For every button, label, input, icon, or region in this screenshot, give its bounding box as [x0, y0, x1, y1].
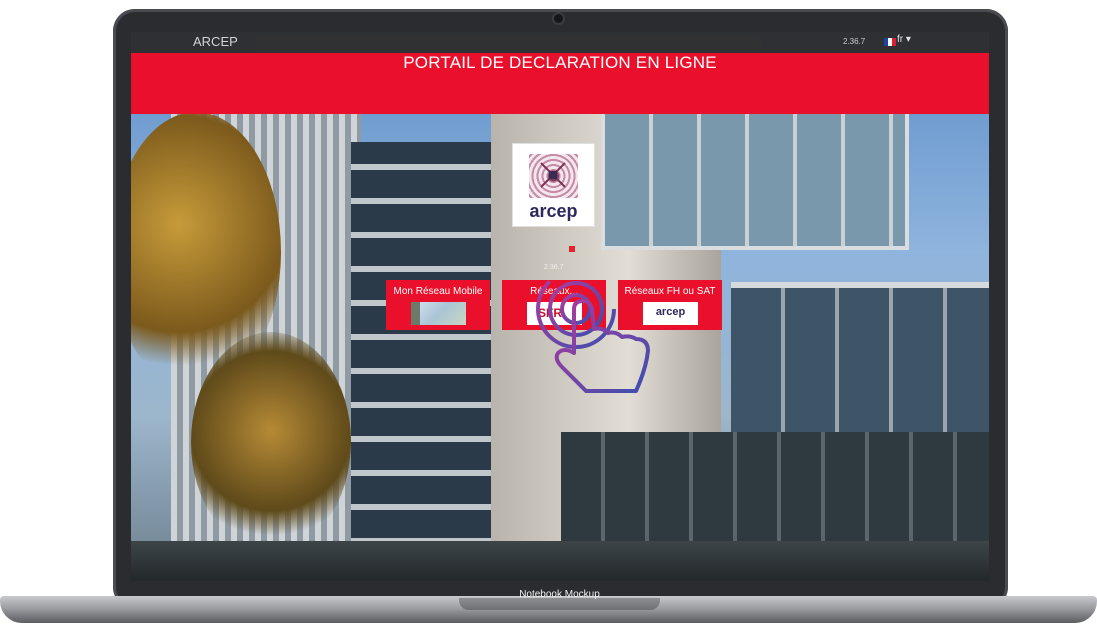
version-label: 2.36.7 — [843, 37, 866, 46]
camera — [554, 14, 563, 23]
building-right-lower — [731, 282, 989, 448]
tile-mon-reseau-mobile[interactable]: Mon Réseau Mobile — [386, 280, 490, 330]
map-thumbnail — [411, 302, 466, 325]
red-marker — [569, 246, 575, 252]
mockup-label: Notebook Mockup — [519, 589, 600, 600]
top-navbar: ARCEP 2.36.7 fr ▾ — [131, 32, 989, 53]
brand-link[interactable]: ARCEP — [193, 34, 238, 49]
browser-screen: ARCEP 2.36.7 fr ▾ PORTAIL DE DECLARATION… — [131, 32, 989, 581]
tree-lower-left — [191, 332, 351, 552]
notebook-mockup: ARCEP 2.36.7 fr ▾ PORTAIL DE DECLARATION… — [0, 0, 1097, 628]
arcep-logo-cross-icon — [540, 162, 566, 188]
arcep-logo: arcep — [513, 144, 594, 226]
page-title: PORTAIL DE DECLARATION EN LIGNE — [403, 53, 717, 72]
tap-hand-icon — [536, 269, 650, 393]
building-mid — [351, 142, 511, 572]
france-flag-icon[interactable] — [884, 38, 896, 46]
tile-label: Mon Réseau Mobile — [393, 286, 483, 297]
language-dropdown[interactable]: fr ▾ — [897, 34, 911, 45]
building-right-upper — [601, 102, 909, 250]
arcep-logo-text: arcep — [529, 201, 578, 221]
ground — [131, 541, 989, 581]
